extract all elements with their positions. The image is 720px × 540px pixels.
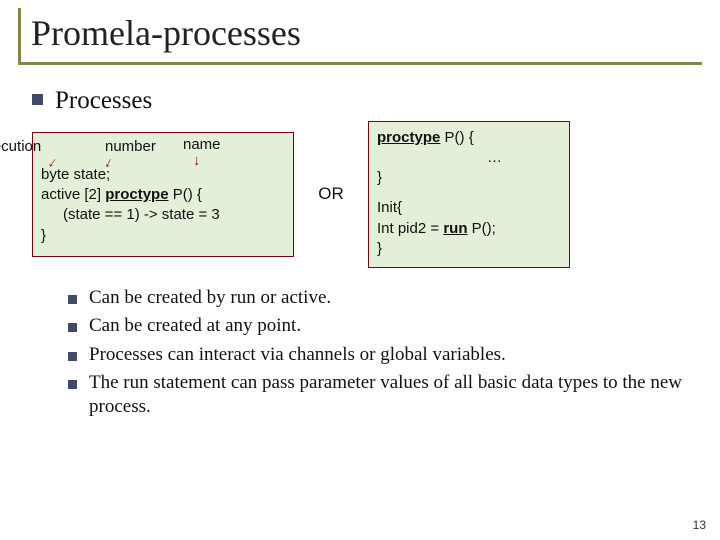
or-label: OR	[314, 184, 348, 204]
code-line: (state == 1) -> state = 3	[41, 205, 285, 225]
subhead-row: Processes	[32, 87, 688, 115]
keyword-proctype: proctype	[105, 186, 168, 203]
list-item: The run statement can pass parameter val…	[68, 371, 688, 420]
list-item: Processes can interact via channels or g…	[68, 343, 688, 367]
annot-execution: execution	[0, 137, 41, 157]
content-area: Processes execution number name ↓ ↓ ↓ by…	[18, 87, 702, 420]
bullet-icon	[68, 380, 77, 389]
bullet-list: Can be created by run or active. Can be …	[32, 286, 688, 420]
bullet-icon	[68, 352, 77, 361]
list-item: Can be created by run or active.	[68, 286, 688, 310]
code-line: …	[377, 148, 561, 168]
bullet-icon	[32, 94, 43, 105]
arrow-icon: ↓	[193, 153, 201, 168]
title-wrap: Promela-processes	[18, 8, 702, 65]
code-line: }	[377, 239, 561, 259]
bullet-text: Processes can interact via channels or g…	[89, 343, 506, 367]
code-box-right: proctype P() { … } Init{ Int pid2 = run …	[368, 121, 570, 269]
code-line: Init{	[377, 198, 561, 218]
slide: Promela-processes Processes execution nu…	[0, 0, 720, 540]
annot-name: name	[183, 135, 221, 155]
keyword-proctype: proctype	[377, 129, 440, 146]
bullet-text: Can be created at any point.	[89, 314, 301, 338]
code-row: execution number name ↓ ↓ ↓ byte state; …	[32, 121, 688, 269]
bullet-icon	[68, 295, 77, 304]
page-number: 13	[693, 518, 706, 532]
list-item: Can be created at any point.	[68, 314, 688, 338]
bullet-text: The run statement can pass parameter val…	[89, 371, 688, 420]
subhead-text: Processes	[55, 87, 152, 115]
bullet-text: Can be created by run or active.	[89, 286, 331, 310]
code-box-left: execution number name ↓ ↓ ↓ byte state; …	[32, 132, 294, 257]
code-line: active [2] proctype P() {	[41, 185, 285, 205]
slide-title: Promela-processes	[31, 14, 702, 54]
code-line: byte state;	[41, 165, 285, 185]
code-line: proctype P() {	[377, 128, 561, 148]
code-line: Int pid2 = run P();	[377, 219, 561, 239]
code-line: }	[377, 168, 561, 188]
keyword-run: run	[443, 220, 467, 237]
code-line: }	[41, 226, 285, 246]
bullet-icon	[68, 323, 77, 332]
